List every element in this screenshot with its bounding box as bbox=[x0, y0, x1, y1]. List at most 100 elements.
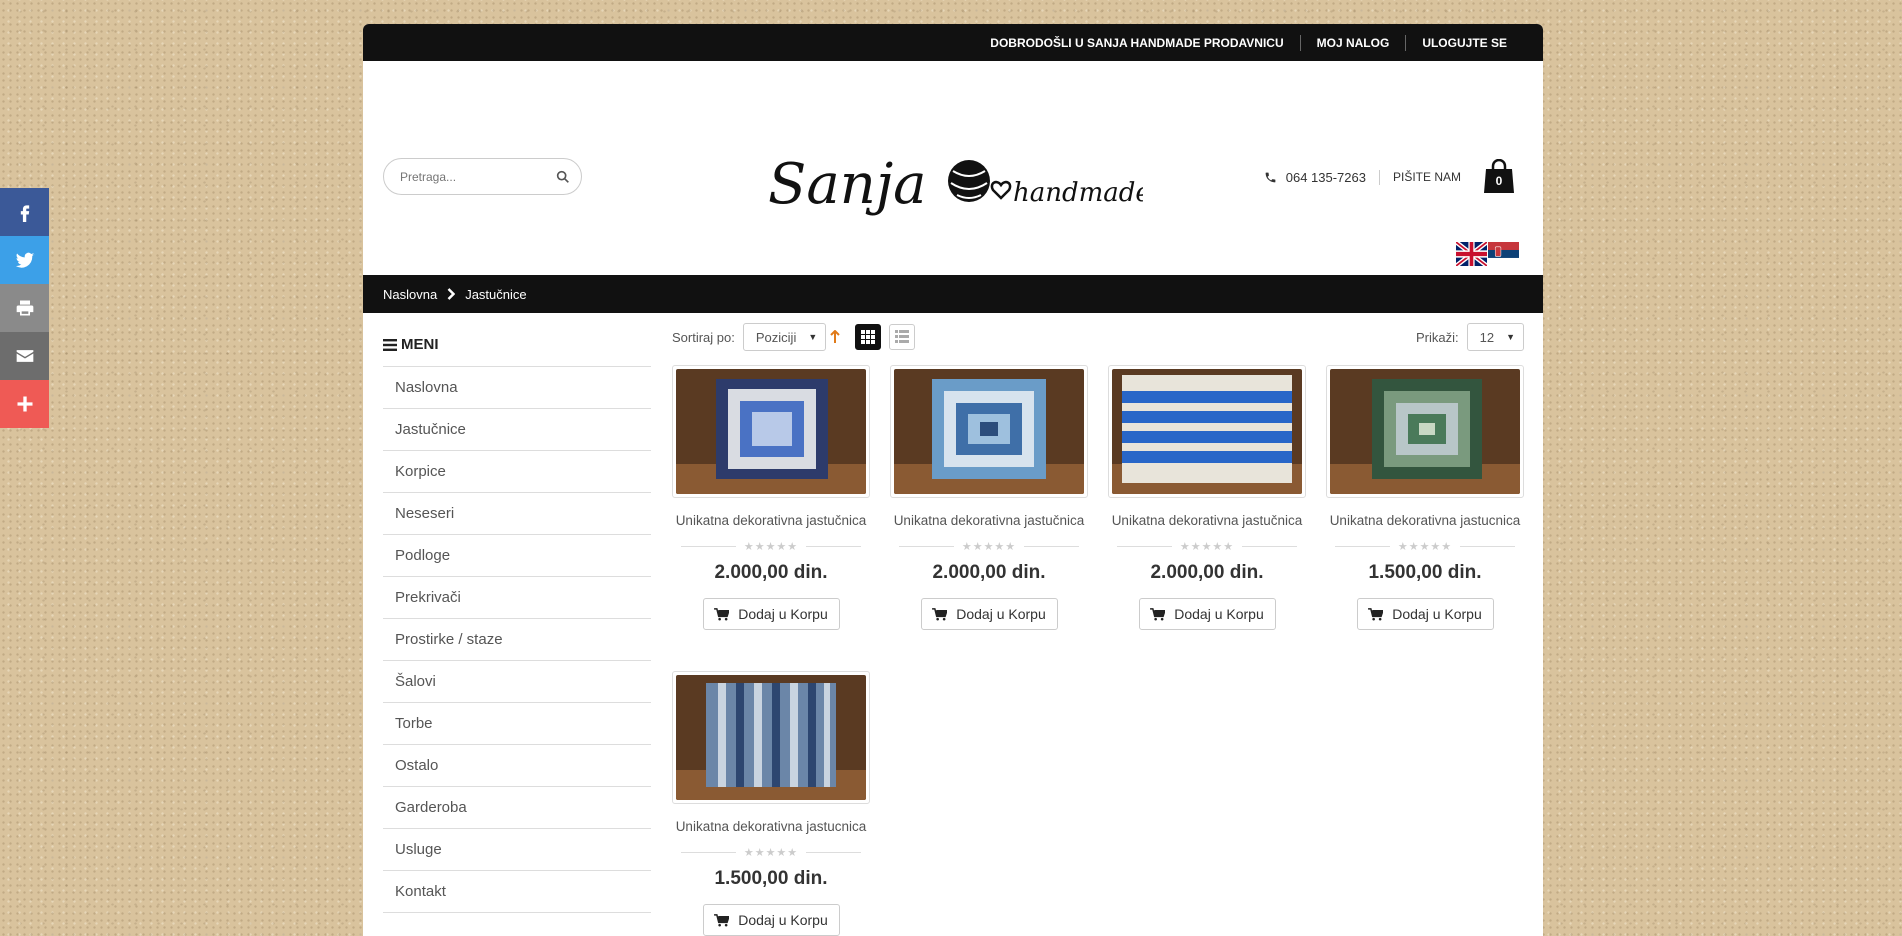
rating: ★★★★★ bbox=[1117, 540, 1297, 553]
facebook-share-button[interactable] bbox=[0, 188, 49, 236]
grid-view-button[interactable] bbox=[855, 324, 882, 350]
rating: ★★★★★ bbox=[681, 540, 861, 553]
product-name[interactable]: Unikatna dekorativna jastucnica bbox=[672, 817, 870, 836]
menu-item-usluge[interactable]: Usluge bbox=[383, 829, 651, 871]
menu-item-podloge[interactable]: Podloge bbox=[383, 535, 651, 577]
product-image[interactable] bbox=[672, 365, 870, 498]
dropdown-arrow-icon: ▼ bbox=[1506, 332, 1515, 342]
pillow-photo bbox=[676, 369, 866, 494]
stars-icon: ★★★★★ bbox=[743, 847, 799, 859]
login-link[interactable]: ULOGUJTE SE bbox=[1405, 34, 1523, 51]
plus-icon bbox=[17, 396, 32, 412]
cart-count: 0 bbox=[1495, 174, 1503, 188]
heart-icon bbox=[990, 180, 1012, 200]
print-button[interactable] bbox=[0, 284, 49, 332]
product-card: Unikatna dekorativna jastučnica ★★★★★ 2.… bbox=[890, 365, 1088, 630]
product-image[interactable] bbox=[1108, 365, 1306, 498]
sort-select[interactable]: Poziciji ▼ bbox=[742, 323, 827, 351]
stars-icon: ★★★★★ bbox=[1179, 541, 1235, 553]
add-to-cart-button[interactable]: Dodaj u Korpu bbox=[1356, 598, 1494, 630]
add-to-cart-label: Dodaj u Korpu bbox=[738, 606, 828, 622]
list-view-button[interactable] bbox=[889, 324, 916, 350]
breadcrumb-home[interactable]: Naslovna bbox=[383, 287, 437, 302]
product-name[interactable]: Unikatna dekorativna jastučnica bbox=[1108, 511, 1306, 530]
cart-icon bbox=[714, 607, 730, 620]
sort-direction-icon[interactable] bbox=[829, 330, 841, 344]
add-to-cart-label: Dodaj u Korpu bbox=[956, 606, 1046, 622]
facebook-icon bbox=[20, 205, 29, 222]
menu-item-torbe[interactable]: Torbe bbox=[383, 703, 651, 745]
breadcrumb: Naslovna Jastučnice bbox=[363, 275, 1543, 313]
product-price: 2.000,00 din. bbox=[932, 562, 1046, 583]
add-to-cart-label: Dodaj u Korpu bbox=[1392, 606, 1482, 622]
menu-item-jastucnice[interactable]: Jastučnice bbox=[383, 409, 651, 451]
write-us-link[interactable]: PIŠITE NAM bbox=[1380, 170, 1461, 184]
cart-button[interactable]: 0 bbox=[1483, 158, 1515, 195]
add-to-cart-label: Dodaj u Korpu bbox=[738, 912, 828, 928]
menu-item-naslovna[interactable]: Naslovna bbox=[383, 367, 651, 409]
product-price: 2.000,00 din. bbox=[714, 562, 828, 583]
rating: ★★★★★ bbox=[681, 846, 861, 859]
envelope-icon bbox=[16, 350, 33, 362]
product-image[interactable] bbox=[672, 671, 870, 804]
dropdown-arrow-icon: ▼ bbox=[808, 332, 818, 342]
product-card: Unikatna dekorativna jastucnica ★★★★★ 1.… bbox=[672, 671, 870, 936]
menu-item-kontakt[interactable]: Kontakt bbox=[383, 871, 651, 913]
show-count-value: 12 bbox=[1479, 329, 1495, 345]
hamburger-icon bbox=[383, 338, 397, 351]
logo[interactable]: Sanja handmade bbox=[763, 141, 1143, 231]
product-image[interactable] bbox=[890, 365, 1088, 498]
menu-item-neseseri[interactable]: Neseseri bbox=[383, 493, 651, 535]
add-to-cart-button[interactable]: Dodaj u Korpu bbox=[1138, 598, 1276, 630]
email-share-button[interactable] bbox=[0, 332, 49, 380]
logo-text-sub: handmade bbox=[1013, 178, 1143, 208]
twitter-share-button[interactable] bbox=[0, 236, 49, 284]
product-name[interactable]: Unikatna dekorativna jastucnica bbox=[1326, 511, 1524, 530]
pillow-photo bbox=[1112, 369, 1302, 494]
show-count-select[interactable]: 12 ▼ bbox=[1466, 323, 1524, 351]
welcome-link[interactable]: DOBRODOŠLI U SANJA HANDMADE PRODAVNICU bbox=[974, 35, 1299, 51]
product-name[interactable]: Unikatna dekorativna jastučnica bbox=[672, 511, 870, 530]
search-icon[interactable] bbox=[555, 169, 571, 185]
show-count-wrap: Prikaži: 12 ▼ bbox=[1416, 323, 1524, 351]
add-to-cart-button[interactable]: Dodaj u Korpu bbox=[702, 904, 840, 936]
phone-number[interactable]: 064 135-7263 bbox=[1286, 169, 1380, 185]
logo-text-main: Sanja bbox=[768, 152, 927, 217]
search-box bbox=[383, 158, 582, 195]
cart-icon bbox=[1368, 607, 1384, 620]
pillow-photo bbox=[676, 675, 866, 800]
more-share-button[interactable] bbox=[0, 380, 49, 428]
chevron-right-icon bbox=[447, 288, 456, 300]
contact-area: 064 135-7263 PIŠITE NAM 0 bbox=[1264, 158, 1515, 195]
product-name[interactable]: Unikatna dekorativna jastučnica bbox=[890, 511, 1088, 530]
menu-item-korpice[interactable]: Korpice bbox=[383, 451, 651, 493]
menu-item-prostirke[interactable]: Prostirke / staze bbox=[383, 619, 651, 661]
stars-icon: ★★★★★ bbox=[1397, 541, 1453, 553]
add-to-cart-button[interactable]: Dodaj u Korpu bbox=[702, 598, 840, 630]
phone-icon bbox=[1265, 172, 1276, 182]
rating: ★★★★★ bbox=[1335, 540, 1515, 553]
pillow-photo bbox=[1330, 369, 1520, 494]
my-account-link[interactable]: MOJ NALOG bbox=[1299, 34, 1406, 51]
add-to-cart-button[interactable]: Dodaj u Korpu bbox=[920, 598, 1058, 630]
language-switcher bbox=[1456, 242, 1519, 266]
social-share-bar bbox=[0, 188, 49, 428]
stars-icon: ★★★★★ bbox=[743, 541, 799, 553]
serbia-flag-icon[interactable] bbox=[1488, 242, 1519, 266]
product-image[interactable] bbox=[1326, 365, 1524, 498]
product-card: Unikatna dekorativna jastucnica ★★★★★ 1.… bbox=[1326, 365, 1524, 630]
top-bar: DOBRODOŠLI U SANJA HANDMADE PRODAVNICU M… bbox=[363, 24, 1543, 61]
menu-title-label: MENI bbox=[401, 336, 439, 353]
search-input[interactable] bbox=[398, 168, 548, 185]
header: Sanja handmade 064 135-7263 PIŠITE NAM 0 bbox=[363, 61, 1543, 275]
show-label: Prikaži: bbox=[1415, 329, 1459, 345]
menu-item-salovi[interactable]: Šalovi bbox=[383, 661, 651, 703]
breadcrumb-current: Jastučnice bbox=[465, 286, 527, 302]
uk-flag-icon[interactable] bbox=[1456, 242, 1487, 266]
add-to-cart-label: Dodaj u Korpu bbox=[1174, 606, 1264, 622]
menu-item-ostalo[interactable]: Ostalo bbox=[383, 745, 651, 787]
stars-icon: ★★★★★ bbox=[961, 541, 1017, 553]
menu-item-garderoba[interactable]: Garderoba bbox=[383, 787, 651, 829]
category-menu: MENI Naslovna Jastučnice Korpice Neseser… bbox=[383, 323, 651, 913]
menu-item-prekrivaci[interactable]: Prekrivači bbox=[383, 577, 651, 619]
